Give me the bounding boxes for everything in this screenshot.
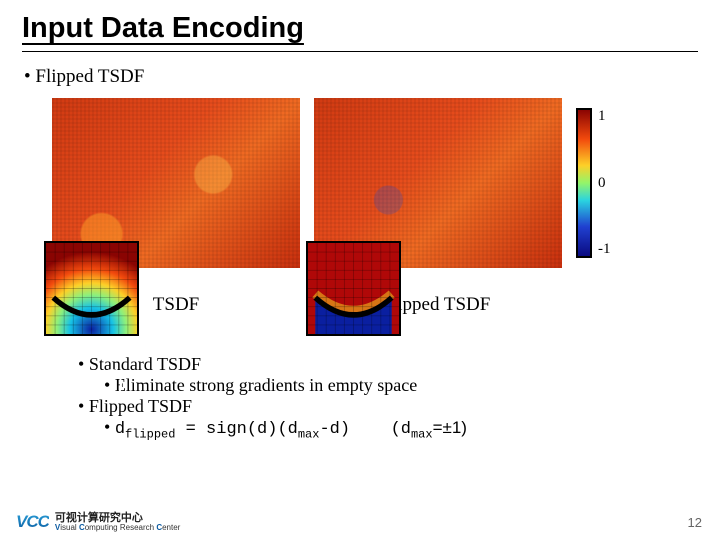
annotation-ellipse xyxy=(102,369,122,399)
vcc-en: Visual Computing Research Center xyxy=(55,524,180,532)
panel-tsdf: TSDF xyxy=(52,98,300,316)
title-rule xyxy=(22,51,698,52)
colorbar: 1 0 -1 xyxy=(576,98,636,268)
bullet-standard-sub: Eliminate strong gradients in empty spac… xyxy=(104,375,698,396)
top-bullet: Flipped TSDF xyxy=(24,66,698,88)
cb-bot: -1 xyxy=(598,241,611,258)
bullet-formula: dflipped = sign(d)(dmax-d) (dmax=±1) xyxy=(104,417,698,441)
body-bullets: Standard TSDF Eliminate strong gradients… xyxy=(78,354,698,441)
cb-top: 1 xyxy=(598,108,611,125)
vcc-mark: VCC xyxy=(16,512,49,532)
figure-row: TSDF flipped TSDF 1 xyxy=(22,98,698,316)
panel-flipped: flipped TSDF xyxy=(314,98,562,316)
footer-logo: VCC 可视计算研究中心 Visual Computing Research C… xyxy=(16,512,180,532)
bullet-flipped: Flipped TSDF xyxy=(78,396,698,417)
colorbar-gradient xyxy=(576,108,592,258)
cb-mid: 0 xyxy=(598,175,611,192)
slide-title: Input Data Encoding xyxy=(22,12,698,49)
page-number: 12 xyxy=(688,515,702,530)
inset-tsdf xyxy=(44,241,139,336)
inset-flipped xyxy=(306,241,401,336)
bullet-standard: Standard TSDF xyxy=(78,354,698,375)
